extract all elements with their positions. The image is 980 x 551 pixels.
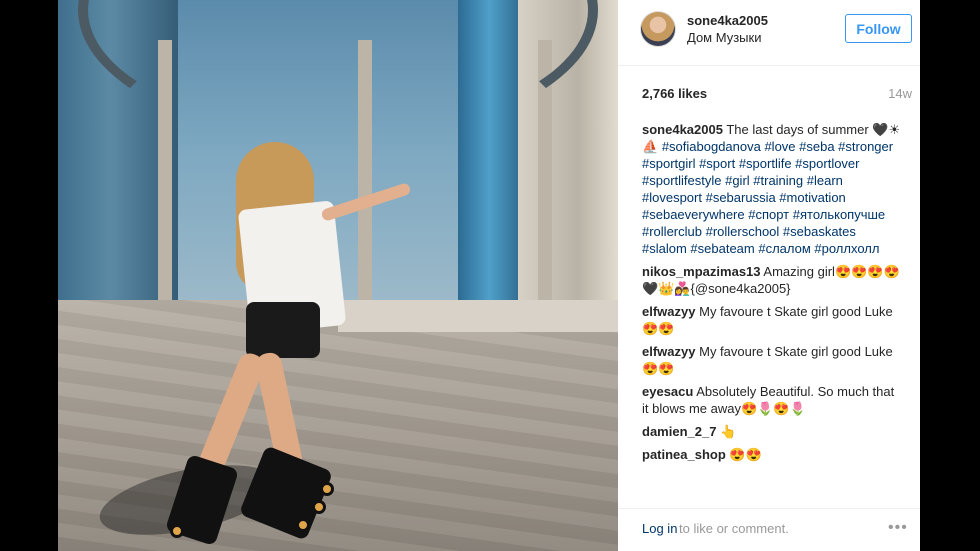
more-options-icon[interactable]: ••• — [888, 519, 908, 537]
caption-hashtags[interactable]: #sofiabogdanova #love #seba #stronger #s… — [642, 139, 893, 256]
skate-wheel — [170, 524, 184, 538]
skate-wheel — [320, 482, 334, 496]
login-prompt: to like or comment. — [679, 521, 789, 536]
comment-username[interactable]: eyesacu — [642, 384, 693, 399]
post-username[interactable]: sone4ka2005 — [687, 13, 768, 28]
plaza-ledge — [338, 300, 618, 332]
skate-wheel — [312, 500, 326, 514]
post-details-panel: sone4ka2005 Дом Музыки Follow 2,766 like… — [618, 0, 920, 551]
post-photo — [58, 0, 618, 551]
login-link[interactable]: Log in — [642, 521, 677, 536]
comments-list: sone4ka2005 The last days of summer 🖤☀⛵ … — [642, 121, 904, 498]
list-item: elfwazyy My favoure t Skate girl good Lu… — [642, 343, 904, 377]
post-footer: Log in to like or comment. ••• — [618, 508, 920, 551]
skater-shorts — [246, 302, 320, 358]
list-item: damien_2_7 👆 — [642, 423, 904, 440]
comment-username[interactable]: damien_2_7 — [642, 424, 716, 439]
comment-username[interactable]: elfwazyy — [642, 304, 695, 319]
caption: sone4ka2005 The last days of summer 🖤☀⛵ … — [642, 121, 904, 257]
post-header: sone4ka2005 Дом Музыки Follow — [618, 0, 920, 66]
list-item: elfwazyy My favoure t Skate girl good Lu… — [642, 303, 904, 337]
comment-text: 👆 — [720, 424, 737, 439]
post-age[interactable]: 14w — [874, 86, 912, 101]
list-item: eyesacu Absolutely Beautiful. So much th… — [642, 383, 904, 417]
comment-username[interactable]: elfwazyy — [642, 344, 695, 359]
skate-wheel — [296, 518, 310, 532]
list-item: patinea_shop 😍😍 — [642, 446, 904, 463]
post-location[interactable]: Дом Музыки — [687, 30, 761, 45]
comment-username[interactable]: nikos_mpazimas13 — [642, 264, 761, 279]
comment-text: 😍😍 — [729, 447, 762, 462]
follow-button[interactable]: Follow — [845, 14, 912, 43]
list-item: nikos_mpazimas13 Amazing girl😍😍😍😍🖤👑👩‍❤️‍… — [642, 263, 904, 297]
caption-username[interactable]: sone4ka2005 — [642, 122, 723, 137]
avatar[interactable] — [640, 11, 676, 47]
likes-count[interactable]: 2,766 likes — [642, 86, 707, 101]
comment-username[interactable]: patinea_shop — [642, 447, 726, 462]
